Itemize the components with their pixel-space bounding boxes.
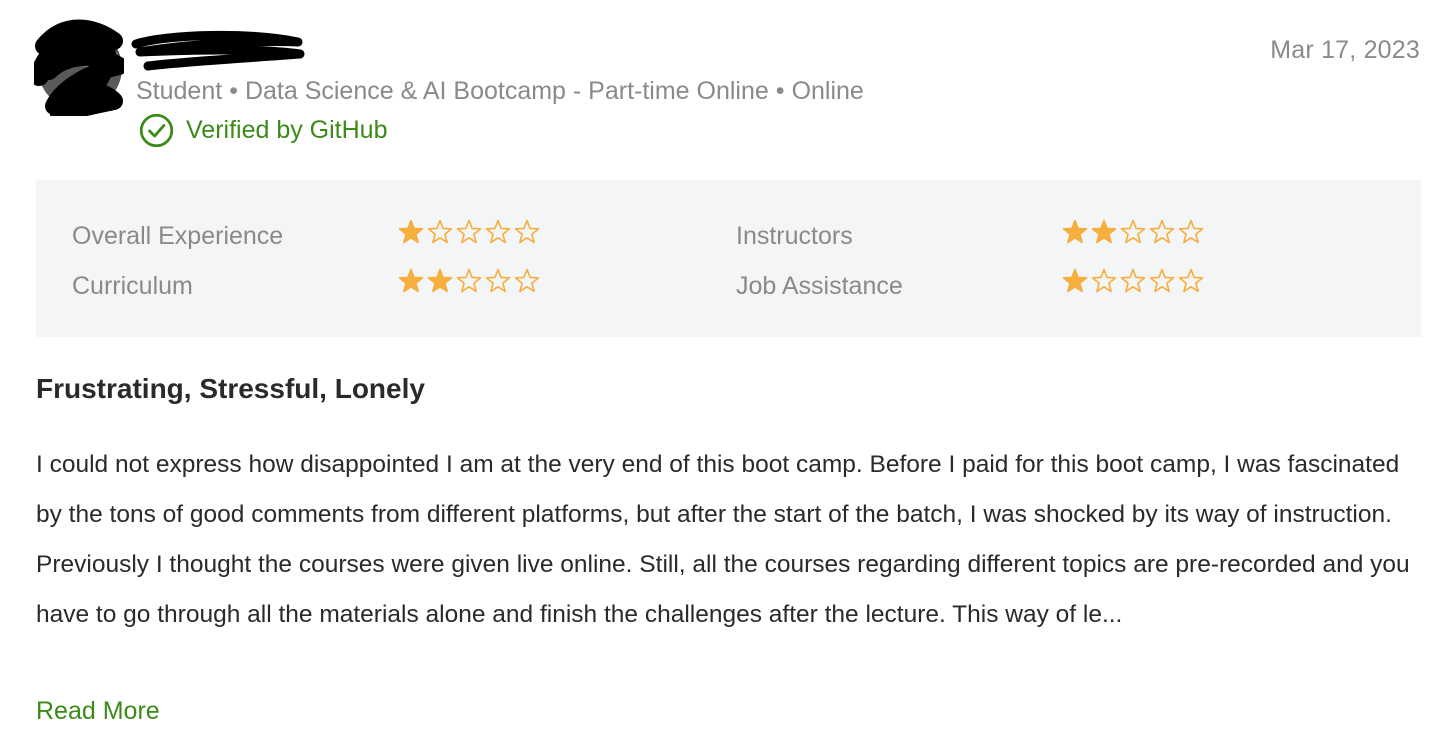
star-filled-icon — [1062, 219, 1088, 244]
star-empty-icon — [1178, 219, 1204, 244]
reviewer-program: Data Science & AI Bootcamp - Part-time O… — [244, 77, 769, 105]
star-empty-icon — [514, 219, 540, 244]
check-circle-icon — [139, 113, 174, 148]
star-rating-instructors — [1061, 218, 1205, 246]
meta-separator: • — [229, 77, 238, 105]
review-title: Frustrating, Stressful, Lonely — [36, 373, 425, 404]
review-body: I could not express how disappointed I a… — [36, 451, 1410, 628]
star-empty-icon — [485, 268, 511, 293]
rating-label-job-assistance: Job Assistance — [736, 272, 903, 300]
star-rating-curriculum — [397, 267, 541, 295]
star-empty-icon — [427, 219, 453, 244]
star-filled-icon — [1091, 219, 1117, 244]
reviewer-avatar — [29, 16, 128, 123]
ratings-panel: Overall Experience Curriculum Instructor… — [36, 180, 1421, 337]
star-filled-icon — [1062, 268, 1088, 293]
reviewer-meta: Student • Data Science & AI Bootcamp - Par… — [136, 77, 864, 106]
star-empty-icon — [456, 219, 482, 244]
reviewer-role: Student — [136, 77, 223, 105]
star-filled-icon — [398, 268, 424, 293]
rating-label-curriculum: Curriculum — [72, 272, 193, 300]
review-date: Mar 17, 2023 — [1270, 36, 1420, 64]
star-rating-job-assistance — [1061, 267, 1205, 295]
verified-badge: Verified by GitHub — [138, 112, 388, 149]
meta-separator: • — [775, 77, 785, 105]
star-filled-icon — [398, 219, 424, 244]
star-empty-icon — [514, 268, 540, 293]
star-empty-icon — [1091, 268, 1117, 293]
star-empty-icon — [1120, 219, 1146, 244]
star-empty-icon — [1149, 268, 1175, 293]
rating-label-instructors: Instructors — [736, 222, 853, 250]
star-empty-icon — [1149, 219, 1175, 244]
star-empty-icon — [1120, 268, 1146, 293]
read-more-link[interactable]: Read More — [36, 697, 160, 726]
star-filled-icon — [427, 268, 453, 293]
reviewer-location: Online — [791, 77, 864, 105]
verified-label: Verified by GitHub — [186, 116, 388, 144]
rating-label-overall-experience: Overall Experience — [72, 222, 284, 250]
star-empty-icon — [1178, 268, 1204, 293]
star-rating-overall-experience — [397, 218, 541, 246]
star-empty-icon — [456, 268, 482, 293]
star-empty-icon — [485, 219, 511, 244]
reviewer-name-redacted — [128, 28, 308, 72]
